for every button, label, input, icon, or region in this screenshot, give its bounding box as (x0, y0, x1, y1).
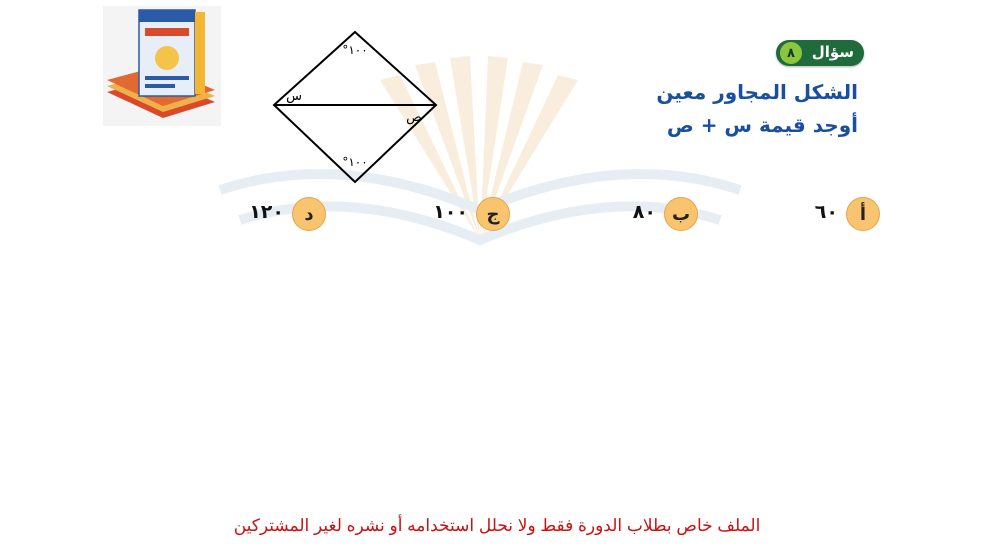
question-badge-label: سؤال (811, 43, 854, 61)
rhombus-figure: ١٠٠° ١٠٠° س ص (272, 30, 438, 184)
angle-y-label: ص (406, 110, 422, 125)
option-a-value: ٦٠ (814, 201, 838, 223)
option-a[interactable]: أ ٦٠ (780, 197, 880, 231)
footer-notice: الملف خاص بطلاب الدورة فقط ولا نحلل استخ… (233, 516, 761, 535)
question-number: ٨ (780, 42, 802, 64)
option-d[interactable]: د ١٢٠ (214, 197, 326, 231)
option-a-letter: أ (846, 197, 880, 231)
option-b[interactable]: ب ٨٠ (598, 197, 698, 231)
book-cover-image (103, 6, 221, 126)
top-angle-label: ١٠٠° (342, 43, 367, 57)
option-b-value: ٨٠ (632, 201, 656, 223)
option-c[interactable]: ج ١٠٠ (398, 197, 510, 231)
bottom-angle-label: ١٠٠° (342, 155, 367, 169)
option-d-value: ١٢٠ (249, 201, 284, 223)
question-text-line2: أوجد قيمة س + ص (666, 113, 858, 137)
question-badge: ٨ سؤال (776, 40, 864, 66)
option-c-letter: ج (476, 197, 510, 231)
option-c-value: ١٠٠ (433, 201, 468, 223)
angle-x-label: س (286, 89, 302, 104)
question-text-line1: الشكل المجاور معين (656, 80, 858, 104)
option-d-letter: د (292, 197, 326, 231)
option-b-letter: ب (664, 197, 698, 231)
